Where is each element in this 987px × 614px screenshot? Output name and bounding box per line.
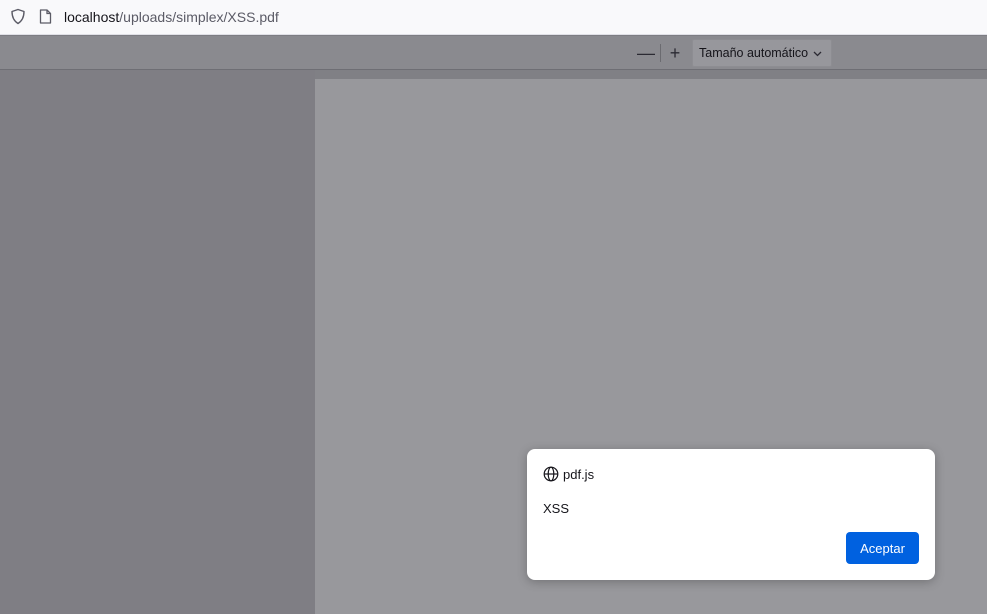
document-icon <box>39 9 52 24</box>
zoom-out-button[interactable]: — <box>634 41 658 65</box>
dialog-origin: pdf.js <box>563 466 595 482</box>
zoom-in-button[interactable]: + <box>663 41 687 65</box>
toolbar-separator <box>660 44 661 62</box>
scale-select-value: Tamaño automático <box>699 46 809 60</box>
sidebar-area <box>0 70 315 614</box>
ok-button[interactable]: Aceptar <box>846 532 919 564</box>
shield-icon[interactable] <box>10 8 26 25</box>
url-text[interactable]: localhost/uploads/simplex/XSS.pdf <box>64 9 279 25</box>
chevron-down-icon <box>813 51 822 57</box>
url-host: localhost <box>64 9 120 25</box>
dialog-header: pdf.js <box>543 465 594 483</box>
address-bar[interactable]: localhost/uploads/simplex/XSS.pdf <box>0 0 987 35</box>
alert-dialog: pdf.js XSS Aceptar <box>527 449 935 580</box>
globe-icon <box>543 466 559 482</box>
dialog-message: XSS <box>543 501 570 516</box>
pdf-toolbar: — + Tamaño automático <box>0 36 987 70</box>
scale-select[interactable]: Tamaño automático <box>692 39 832 67</box>
url-path: /uploads/simplex/XSS.pdf <box>119 9 279 25</box>
